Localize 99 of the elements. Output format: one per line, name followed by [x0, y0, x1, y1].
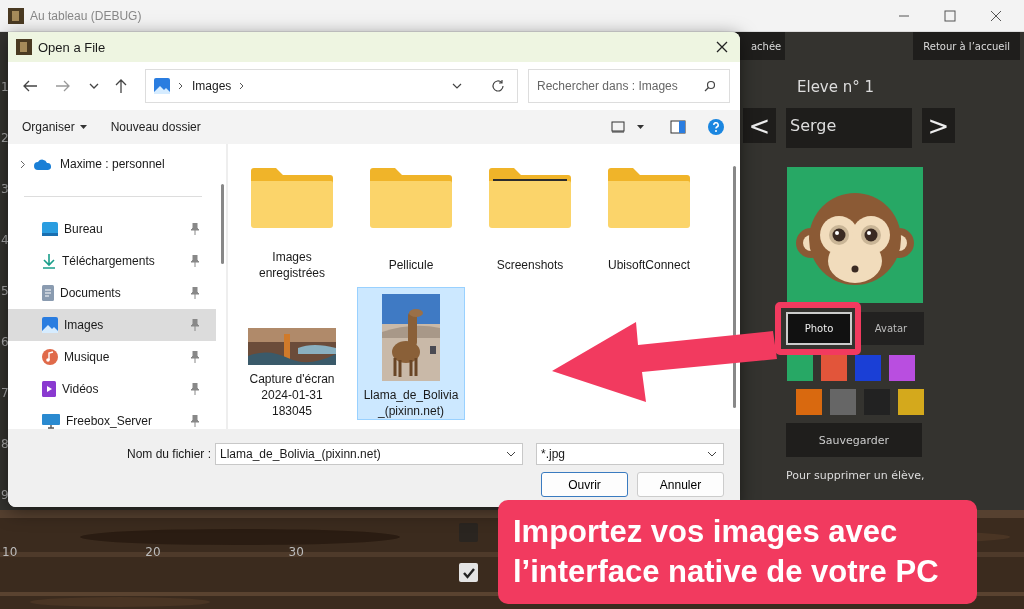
pin-icon[interactable] [190, 287, 200, 299]
folder-icon [606, 167, 692, 229]
maximize-icon[interactable] [944, 9, 956, 22]
up-icon[interactable] [114, 78, 128, 94]
back-icon[interactable] [22, 79, 38, 93]
sidebar-item[interactable]: Téléchargements [8, 245, 216, 277]
pin-icon[interactable] [190, 223, 200, 235]
open-button[interactable]: Ouvrir [541, 472, 628, 497]
color-swatch[interactable] [898, 389, 924, 415]
pin-icon[interactable] [190, 383, 200, 395]
sidebar-item[interactable]: Documents [8, 277, 216, 309]
folder-icon [368, 167, 454, 229]
checkbox[interactable] [459, 563, 478, 582]
download-icon [42, 253, 56, 269]
file-item[interactable]: Capture d'écran 2024-01-31 183045 [238, 287, 346, 420]
folder-icon [487, 167, 573, 229]
app-icon [16, 39, 32, 55]
forward-icon[interactable] [55, 79, 71, 93]
dialog-title: Open a File [38, 39, 106, 55]
name-field[interactable]: Serge [786, 108, 912, 148]
close-icon[interactable] [990, 9, 1002, 22]
folder-icon [249, 167, 335, 229]
row-number: 8 [1, 437, 9, 453]
preview-pane-icon[interactable] [670, 120, 686, 134]
sidebar-item[interactable]: Vidéos [8, 373, 216, 405]
account-item[interactable]: Maxime : personnel [8, 148, 216, 180]
student-heading: Eleve n° 1 [797, 78, 876, 98]
file-name-field[interactable]: Llama_de_Bolivia_(pixinn.net) [215, 443, 523, 465]
caret-icon [79, 125, 87, 129]
file-item[interactable]: UbisoftConnect [595, 154, 703, 279]
chevron-down-icon[interactable] [451, 82, 463, 90]
chevron-down-icon[interactable] [88, 82, 100, 90]
previous-button[interactable]: < [743, 108, 776, 143]
images-icon [154, 78, 170, 94]
help-icon[interactable] [708, 119, 724, 135]
sidebar-item[interactable]: Freebox_Server [8, 405, 216, 437]
video-icon [42, 381, 56, 397]
column-number: 10 [2, 545, 18, 559]
next-button[interactable]: > [922, 108, 955, 143]
organize-button[interactable]: Organiser [16, 116, 93, 138]
row-number: 2 [1, 131, 9, 147]
chevron-right-icon [178, 82, 184, 90]
mode-tab[interactable]: Avatar [858, 312, 924, 345]
pin-icon[interactable] [190, 255, 200, 267]
app-icon [8, 7, 24, 24]
row-number: 7 [1, 386, 9, 402]
close-icon[interactable] [716, 41, 728, 53]
color-swatch[interactable] [796, 389, 822, 415]
column-number: 20 [145, 545, 161, 559]
expand-icon[interactable] [20, 159, 26, 169]
chevron-down-icon[interactable] [707, 451, 717, 457]
color-swatch[interactable] [889, 355, 915, 381]
color-swatch[interactable] [855, 355, 881, 381]
home-button[interactable]: Retour à l’accueil [913, 32, 1020, 60]
monitor-icon [42, 413, 60, 429]
new-folder-button[interactable]: Nouveau dossier [104, 116, 207, 138]
address-bar[interactable]: Images [145, 69, 518, 103]
view-icon[interactable] [611, 121, 625, 133]
column-number: 30 [288, 545, 304, 559]
file-item[interactable]: Images enregistrées [238, 154, 346, 279]
color-swatch[interactable] [830, 389, 856, 415]
row-number: 9 [1, 488, 9, 504]
cancel-button[interactable]: Annuler [637, 472, 724, 497]
search-field[interactable]: Rechercher dans : Images [528, 69, 730, 103]
music-icon [42, 349, 58, 365]
mode-tab[interactable]: Photo [786, 312, 852, 345]
save-button[interactable]: Sauvegarder [786, 423, 922, 457]
search-icon [704, 80, 716, 92]
scrollbar-thumb[interactable] [221, 184, 224, 264]
pin-icon[interactable] [190, 351, 200, 363]
sidebar-item[interactable]: Musique [8, 341, 216, 373]
file-item[interactable]: Llama_de_Bolivia _(pixinn.net) [357, 287, 465, 420]
sidebar-item[interactable]: Bureau [8, 213, 216, 245]
row-number: 1 [1, 80, 9, 96]
file-type-dropdown[interactable]: *.jpg [536, 443, 724, 465]
file-name-label: Nom du fichier : [125, 447, 212, 461]
color-swatch[interactable] [787, 355, 813, 381]
sidebar-item[interactable]: Images [8, 309, 216, 341]
refresh-icon[interactable] [491, 79, 505, 93]
color-swatch[interactable] [821, 355, 847, 381]
location-text[interactable]: Images [192, 79, 232, 93]
row-number: 5 [1, 284, 9, 300]
desktop-icon [42, 222, 58, 236]
hint-text: Pour supprimer un élève, [786, 469, 926, 482]
file-item[interactable]: Pellicule [357, 154, 465, 279]
chevron-right-icon [239, 82, 246, 90]
pin-icon[interactable] [190, 415, 200, 427]
cloud-icon [34, 158, 52, 170]
row-number: 6 [1, 335, 9, 351]
pin-icon[interactable] [190, 319, 200, 331]
document-icon [42, 285, 54, 301]
callout-text: Importez vos images avec l’interface native de votre PC [513, 513, 939, 591]
file-item[interactable]: Screenshots [476, 154, 584, 279]
row-number: 3 [1, 182, 9, 198]
caret-icon[interactable] [637, 125, 644, 129]
row-number: 4 [1, 233, 9, 249]
window-title: Au tableau (DEBUG) [30, 8, 142, 23]
chevron-down-icon[interactable] [506, 451, 516, 457]
images-icon [42, 317, 58, 333]
